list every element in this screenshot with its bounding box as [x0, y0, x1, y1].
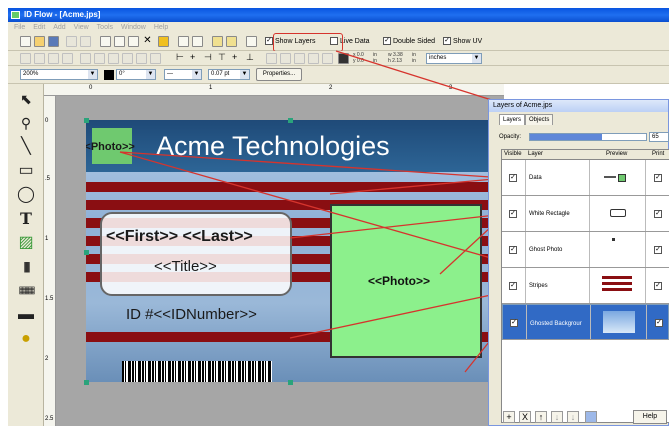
- layer-print-cell: ✓: [646, 196, 669, 231]
- layer-print-cell: ✓: [646, 160, 669, 195]
- layer-preview: [591, 305, 647, 339]
- opacity-slider-fill: [530, 134, 602, 140]
- layer-preview: [590, 232, 646, 267]
- add-layer-button[interactable]: +: [503, 411, 515, 423]
- layers-panel-title: Layers of Acme.jps: [489, 100, 668, 112]
- layers-table: Visible Layer Preview Print ✓ Data ✓ ✓ White…: [501, 149, 669, 423]
- annotation-line: [119, 151, 506, 263]
- annotation-line: [119, 151, 506, 179]
- layer-name-cell: White Rectagle: [526, 196, 590, 231]
- layer-name: Ghost Photo: [529, 247, 563, 253]
- layer-name: White Rectagle: [529, 211, 570, 217]
- layer-row[interactable]: ✓ Ghost Photo ✓: [502, 232, 669, 268]
- layer-buttons: + X ↑ ↓ ↓ Help: [499, 408, 669, 426]
- layer-name-cell: Ghosted Backgrour: [527, 305, 591, 339]
- move-bottom-button[interactable]: ↓: [567, 411, 579, 423]
- layer-preview: [590, 196, 646, 231]
- opacity-slider[interactable]: [529, 133, 647, 141]
- layer-visible-cell: ✓: [502, 268, 526, 303]
- tab-objects[interactable]: Objects: [525, 114, 554, 125]
- layer-visible-cell: ✓: [502, 196, 526, 231]
- delete-layer-button[interactable]: X: [519, 411, 531, 423]
- layer-row[interactable]: ✓ Data ✓: [502, 160, 669, 196]
- layer-name-cell: Ghost Photo: [526, 232, 590, 267]
- print-checkbox[interactable]: ✓: [654, 246, 662, 254]
- layer-name: Ghosted Backgrour: [530, 321, 582, 327]
- layer-visible-cell: ✓: [502, 160, 526, 195]
- layer-visible-cell: ✓: [503, 305, 527, 339]
- layer-row[interactable]: ✓ White Rectagle ✓: [502, 196, 669, 232]
- column-visible: Visible: [504, 151, 522, 157]
- column-preview: Preview: [606, 151, 628, 157]
- layer-visible-cell: ✓: [502, 232, 526, 267]
- layers-panel: Layers of Acme.jps Layers Objects Opacit…: [488, 99, 669, 426]
- column-layer: Layer: [528, 151, 544, 157]
- print-checkbox[interactable]: ✓: [654, 282, 662, 290]
- layer-name-cell: Stripes: [526, 268, 590, 303]
- layer-settings-icon[interactable]: [585, 411, 597, 423]
- tab-layers[interactable]: Layers: [499, 114, 526, 125]
- annotation-line: [289, 213, 506, 239]
- annotation-line: [329, 177, 506, 195]
- visible-checkbox[interactable]: ✓: [510, 319, 518, 327]
- layer-print-cell: ✓: [646, 268, 669, 303]
- opacity-label: Opacity:: [499, 134, 522, 140]
- move-up-button[interactable]: ↑: [535, 411, 547, 423]
- layer-preview: [590, 160, 646, 195]
- print-checkbox[interactable]: ✓: [654, 210, 662, 218]
- visible-checkbox[interactable]: ✓: [509, 174, 517, 182]
- visible-checkbox[interactable]: ✓: [509, 282, 517, 290]
- layer-row[interactable]: ✓ Stripes ✓: [502, 268, 669, 304]
- move-down-button[interactable]: ↓: [551, 411, 563, 423]
- layer-row[interactable]: ✓ Ghosted Backgrour ✓: [502, 304, 669, 340]
- layer-preview: [590, 268, 646, 303]
- annotation-line: [289, 291, 506, 339]
- column-print: Print: [652, 151, 665, 157]
- visible-checkbox[interactable]: ✓: [509, 210, 517, 218]
- visible-checkbox[interactable]: ✓: [509, 246, 517, 254]
- layer-name: Stripes: [529, 283, 548, 289]
- layer-name: Data: [529, 175, 542, 181]
- layer-print-cell: ✓: [647, 305, 669, 339]
- print-checkbox[interactable]: ✓: [655, 319, 663, 327]
- layer-print-cell: ✓: [646, 232, 669, 267]
- help-button[interactable]: Help: [633, 410, 667, 424]
- layer-name-cell: Data: [526, 160, 590, 195]
- opacity-value[interactable]: 65: [649, 132, 669, 142]
- print-checkbox[interactable]: ✓: [654, 174, 662, 182]
- layers-table-header: Visible Layer Preview Print: [502, 150, 669, 160]
- annotation-line: [335, 50, 499, 103]
